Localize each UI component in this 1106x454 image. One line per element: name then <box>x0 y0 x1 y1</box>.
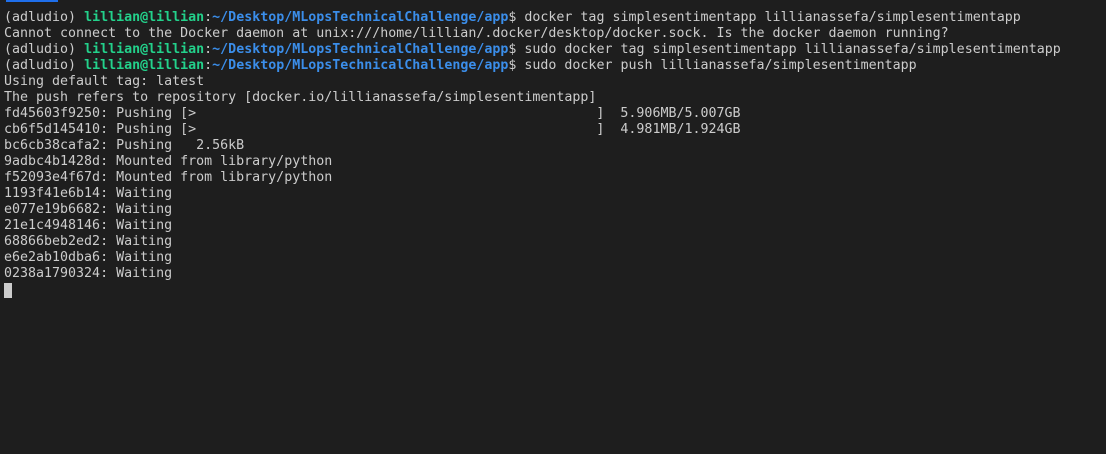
layer-status-line: e6e2ab10dba6: Waiting <box>4 250 173 265</box>
prompt-line: (adludio) lillian@lillian:~/Desktop/MLop… <box>4 10 1106 26</box>
prompt-symbol: $ <box>508 10 525 25</box>
prompt-user: lillian@lillian <box>84 42 205 57</box>
layer-status-line: 9adbc4b1428d: Mounted from library/pytho… <box>4 154 333 169</box>
prompt-path: ~/Desktop/MLopsTechnicalChallenge/app <box>212 10 509 25</box>
layer-status-line: cb6f5d145410: Pushing [> ] 4.981MB/1.924… <box>4 122 741 137</box>
prompt-symbol: $ <box>508 42 525 57</box>
terminal-cursor[interactable] <box>4 283 12 298</box>
command-text: sudo docker tag simplesentimentapp lilli… <box>524 42 1061 57</box>
layer-status-line: fd45603f9250: Pushing [> ] 5.906MB/5.007… <box>4 106 741 121</box>
layer-status-line: 1193f41e6b14: Waiting <box>4 186 173 201</box>
layer-status-line: f52093e4f67d: Mounted from library/pytho… <box>4 170 333 185</box>
terminal-window[interactable]: (adludio) lillian@lillian:~/Desktop/MLop… <box>0 0 1106 454</box>
prompt-line: (adludio) lillian@lillian:~/Desktop/MLop… <box>4 42 1106 58</box>
prompt-user: lillian@lillian <box>84 58 205 73</box>
layer-status-line: e077e19b6682: Waiting <box>4 202 173 217</box>
prompt-user: lillian@lillian <box>84 10 205 25</box>
prompt-line: (adludio) lillian@lillian:~/Desktop/MLop… <box>4 58 1106 74</box>
error-output: Cannot connect to the Docker daemon at u… <box>4 26 949 41</box>
prompt-symbol: $ <box>508 58 525 73</box>
conda-env: (adludio) <box>4 58 85 73</box>
layer-status-line: bc6cb38cafa2: Pushing 2.56kB <box>4 138 245 153</box>
prompt-colon: : <box>204 42 213 57</box>
prompt-colon: : <box>204 58 213 73</box>
layer-status-line: 0238a1790324: Waiting <box>4 266 173 281</box>
command-text: sudo docker push lillianassefa/simplesen… <box>524 58 917 73</box>
prompt-colon: : <box>204 10 213 25</box>
conda-env: (adludio) <box>4 10 85 25</box>
output-line: The push refers to repository [docker.io… <box>4 90 597 105</box>
layer-status-line: 68866beb2ed2: Waiting <box>4 234 173 249</box>
prompt-path: ~/Desktop/MLopsTechnicalChallenge/app <box>212 42 509 57</box>
output-line: Using default tag: latest <box>4 74 205 89</box>
prompt-path: ~/Desktop/MLopsTechnicalChallenge/app <box>212 58 509 73</box>
scroll-indicator <box>6 0 58 2</box>
layer-status-line: 21e1c4948146: Waiting <box>4 218 173 233</box>
conda-env: (adludio) <box>4 42 85 57</box>
command-text: docker tag simplesentimentapp lillianass… <box>524 10 1021 25</box>
